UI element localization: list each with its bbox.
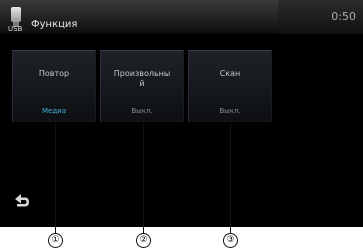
pointer-line-3 bbox=[230, 117, 231, 234]
callout-2: ② bbox=[136, 233, 151, 248]
pointer-line-2 bbox=[143, 117, 144, 234]
scan-label: Скан bbox=[219, 69, 241, 78]
random-label: Произвольны й bbox=[113, 69, 171, 88]
usb-label: USB bbox=[8, 25, 23, 33]
usb-icon: USB bbox=[6, 7, 28, 33]
scan-button[interactable]: Скан Выкл. bbox=[188, 50, 272, 122]
callout-1: ① bbox=[48, 233, 63, 248]
repeat-value: Медиа bbox=[41, 107, 67, 115]
repeat-label: Повтор bbox=[38, 69, 70, 78]
clock: 0:50 bbox=[331, 10, 356, 23]
callout-3: ③ bbox=[223, 233, 238, 248]
random-value: Выкл. bbox=[131, 107, 153, 115]
scan-value: Выкл. bbox=[219, 107, 241, 115]
back-arrow-icon bbox=[15, 194, 29, 207]
header-bar: USB Функция 0:50 bbox=[0, 0, 363, 34]
back-button[interactable] bbox=[8, 190, 34, 214]
page-title: Функция bbox=[31, 19, 78, 30]
random-button[interactable]: Произвольны й Выкл. bbox=[100, 50, 184, 122]
pointer-line-1 bbox=[55, 117, 56, 234]
repeat-button[interactable]: Повтор Медиа bbox=[12, 50, 96, 122]
